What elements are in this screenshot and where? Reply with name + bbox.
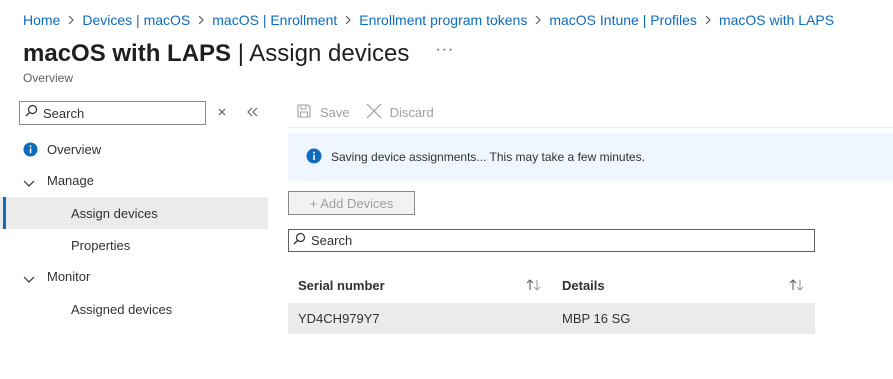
table-header: Serial number Details (288, 269, 815, 302)
sidebar-group-monitor[interactable]: Monitor (0, 260, 268, 292)
discard-label: Discard (389, 105, 434, 120)
chevron-right-icon (345, 15, 352, 25)
column-header-details[interactable]: Details (562, 269, 605, 302)
sidebar-item-label: Properties (71, 237, 131, 253)
sidebar-item-overview[interactable]: Overview (0, 133, 268, 165)
collapse-icon[interactable] (247, 104, 258, 120)
breadcrumb-devices-macos[interactable]: Devices | macOS (82, 12, 190, 28)
search-icon (25, 104, 38, 122)
table-row[interactable]: YD4CH979Y7 MBP 16 SG (288, 303, 815, 334)
info-icon (23, 142, 38, 160)
save-icon (296, 103, 312, 122)
breadcrumb-enrollment-tokens[interactable]: Enrollment program tokens (359, 12, 527, 28)
page-subtitle: Overview (23, 71, 74, 85)
search-icon (293, 232, 306, 250)
cell-details: MBP 16 SG (562, 311, 631, 326)
info-banner: Saving device assignments... This may ta… (288, 133, 893, 181)
chevron-right-icon (68, 15, 75, 25)
breadcrumb-macos-with-laps[interactable]: macOS with LAPS (719, 12, 834, 28)
save-button[interactable]: Save (296, 103, 350, 122)
sort-icon[interactable] (789, 279, 805, 294)
sidebar-search-input[interactable] (43, 105, 205, 121)
close-icon[interactable] (217, 104, 227, 120)
sidebar-item-label: Monitor (47, 268, 91, 284)
column-header-serial-number[interactable]: Serial number (298, 269, 385, 302)
chevron-down-icon (23, 272, 35, 287)
toolbar-divider (288, 127, 893, 128)
sort-icon[interactable] (526, 279, 542, 294)
ellipsis-icon[interactable]: ··· (435, 41, 454, 59)
page-title: macOS with LAPS | Assign devices (23, 40, 410, 67)
device-search-box (288, 229, 815, 252)
sidebar-item-assign-devices[interactable]: Assign devices (0, 197, 268, 229)
breadcrumb: Home Devices | macOS macOS | Enrollment … (23, 12, 834, 28)
discard-icon (366, 103, 382, 122)
sidebar-item-label: Assign devices (71, 205, 158, 221)
command-bar: Save Discard (296, 103, 434, 122)
sidebar-item-label: Assigned devices (71, 301, 173, 317)
sidebar-search-box (19, 101, 206, 125)
sidebar-item-assigned-devices[interactable]: Assigned devices (0, 293, 268, 325)
chevron-right-icon (535, 15, 542, 25)
cell-serial-number: YD4CH979Y7 (298, 311, 380, 326)
sidebar-item-label: Manage (47, 172, 94, 188)
chevron-down-icon (23, 176, 35, 191)
sidebar-item-properties[interactable]: Properties (0, 229, 268, 261)
add-devices-button[interactable]: + Add Devices (288, 191, 415, 215)
sidebar-group-manage[interactable]: Manage (0, 164, 268, 196)
info-icon (306, 148, 322, 167)
breadcrumb-home[interactable]: Home (23, 12, 60, 28)
discard-button[interactable]: Discard (366, 103, 434, 122)
sidebar-item-label: Overview (47, 141, 102, 157)
page-header: macOS with LAPS | Assign devices ··· (23, 40, 454, 68)
banner-message: Saving device assignments... This may ta… (331, 150, 645, 164)
chevron-right-icon (705, 15, 711, 25)
save-label: Save (320, 105, 350, 120)
chevron-right-icon (198, 15, 205, 25)
device-search-input[interactable] (311, 233, 814, 248)
breadcrumb-intune-profiles[interactable]: macOS Intune | Profiles (549, 12, 697, 28)
breadcrumb-macos-enrollment[interactable]: macOS | Enrollment (212, 12, 337, 28)
